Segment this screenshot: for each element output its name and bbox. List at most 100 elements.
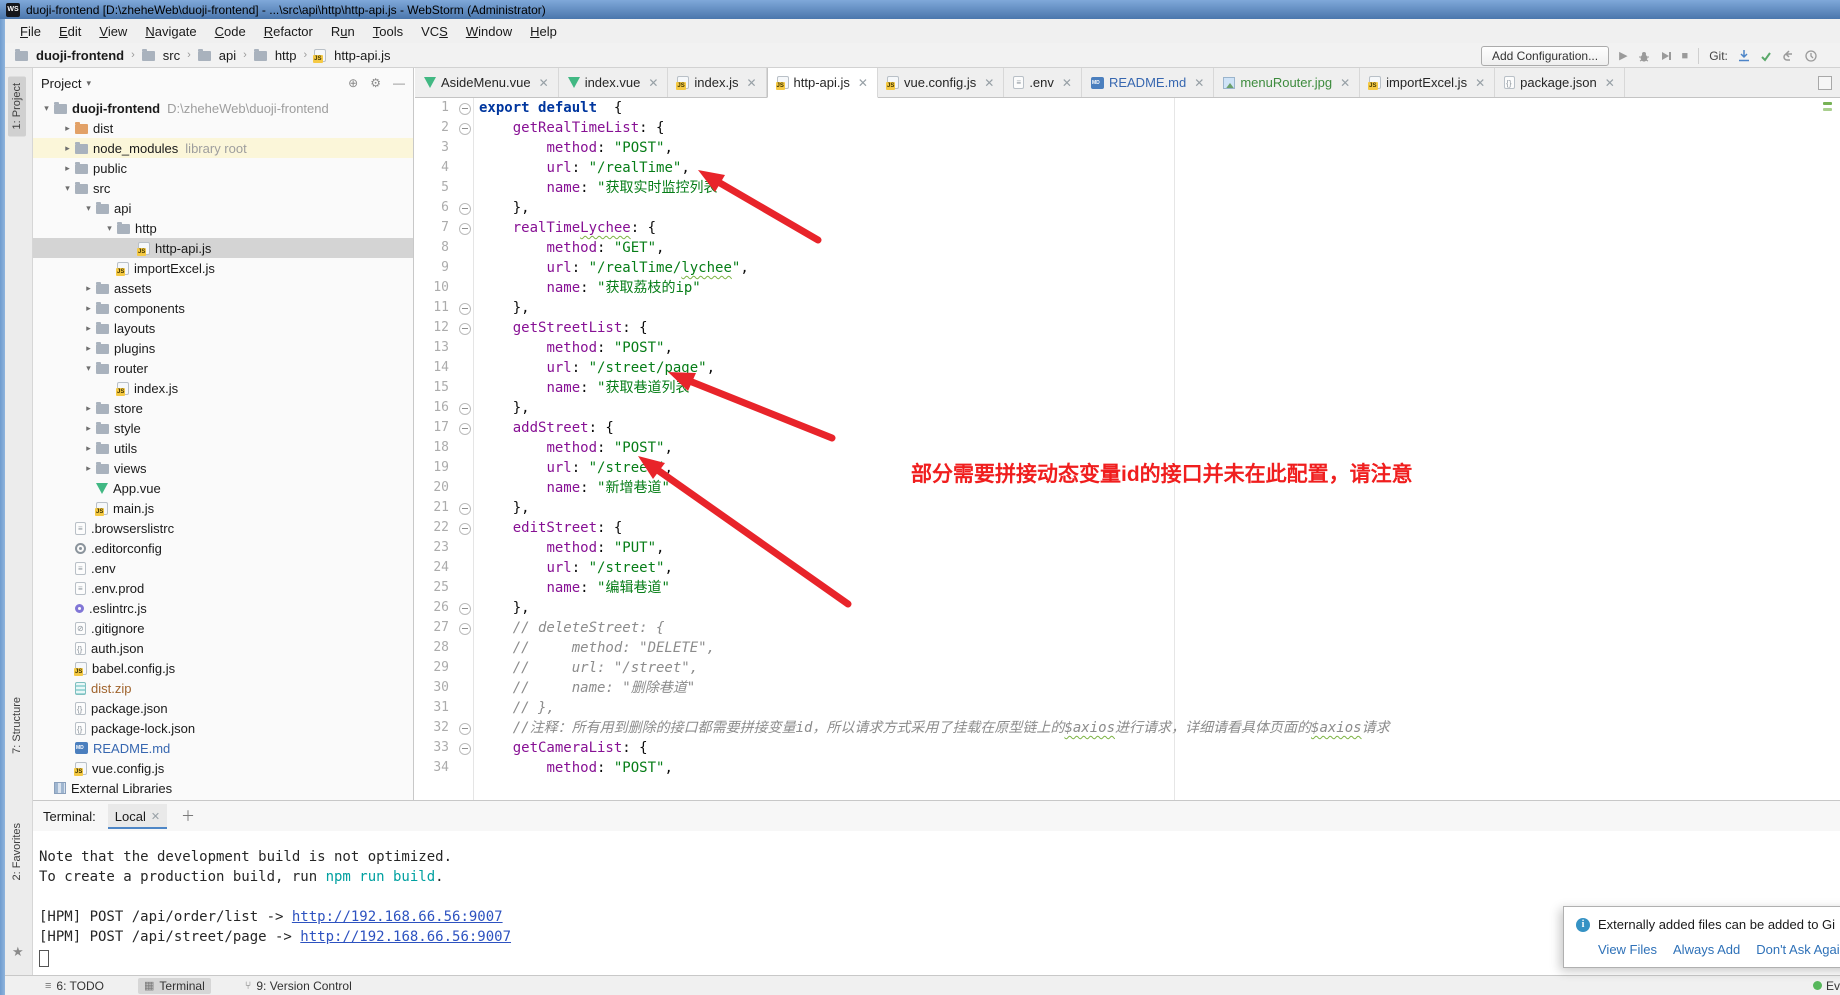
menu-item-edit[interactable]: Edit xyxy=(50,21,90,42)
tree-item-babel-config-js[interactable]: babel.config.js xyxy=(33,658,413,678)
tree-item-env-prod[interactable]: .env.prod xyxy=(33,578,413,598)
tree-item-router[interactable]: ▾router xyxy=(33,358,413,378)
tree-item-readme-md[interactable]: README.md xyxy=(33,738,413,758)
tree-item-api[interactable]: ▾api xyxy=(33,198,413,218)
close-icon[interactable]: ✕ xyxy=(151,810,160,823)
tree-item-public[interactable]: ▸public xyxy=(33,158,413,178)
tree-item-views[interactable]: ▸views xyxy=(33,458,413,478)
menu-item-file[interactable]: File xyxy=(11,21,50,42)
fold-collapse-icon[interactable] xyxy=(459,103,471,115)
fold-collapse-icon[interactable] xyxy=(459,323,471,335)
chevron-down-icon[interactable]: ▾ xyxy=(60,183,75,194)
tree-item-main-js[interactable]: main.js xyxy=(33,498,413,518)
chevron-down-icon[interactable]: ▾ xyxy=(39,103,54,114)
chevron-right-icon[interactable]: ▸ xyxy=(81,343,96,354)
tree-item-importexcel-js[interactable]: importExcel.js xyxy=(33,258,413,278)
menu-item-run[interactable]: Run xyxy=(322,21,364,42)
tree-item-duoji-frontend[interactable]: ▾duoji-frontendD:\zheheWeb\duoji-fronten… xyxy=(33,98,413,118)
tree-item-style[interactable]: ▸style xyxy=(33,418,413,438)
tool-window-tab-structure[interactable]: 7: Structure xyxy=(8,690,26,761)
project-panel-title[interactable]: Project xyxy=(41,76,81,91)
chevron-right-icon[interactable]: ▸ xyxy=(60,143,75,154)
tree-item-eslintrc-js[interactable]: .eslintrc.js xyxy=(33,598,413,618)
menu-item-tools[interactable]: Tools xyxy=(364,21,412,42)
coverage-icon[interactable] xyxy=(1660,50,1672,62)
tab-vue-config-js[interactable]: vue.config.js✕ xyxy=(878,68,1004,97)
chevron-right-icon[interactable]: ▸ xyxy=(60,163,75,174)
tree-item-external-libraries[interactable]: External Libraries xyxy=(33,778,413,798)
tab-bar-corner-icon[interactable] xyxy=(1818,76,1832,90)
notification-link-don-t-ask-agai[interactable]: Don't Ask Agai xyxy=(1756,942,1839,957)
status-item-9-version-control[interactable]: ⑂9: Version Control xyxy=(239,978,358,994)
notification-link-always-add[interactable]: Always Add xyxy=(1673,942,1740,957)
tool-window-tab-project[interactable]: 1: Project xyxy=(8,76,26,136)
chevron-right-icon[interactable]: ▸ xyxy=(81,403,96,414)
debug-icon[interactable] xyxy=(1638,50,1650,62)
tool-window-tab-favorites[interactable]: 2: Favorites xyxy=(8,816,26,887)
code-editor[interactable]: export default { getRealTimeList: { meth… xyxy=(415,98,1840,800)
close-icon[interactable]: ✕ xyxy=(539,76,549,90)
fold-collapse-icon[interactable] xyxy=(459,743,471,755)
git-rollback-icon[interactable] xyxy=(1782,50,1795,62)
tree-item-store[interactable]: ▸store xyxy=(33,398,413,418)
close-icon[interactable]: ✕ xyxy=(1475,76,1485,90)
close-icon[interactable]: ✕ xyxy=(858,76,868,90)
tree-item-src[interactable]: ▾src xyxy=(33,178,413,198)
tree-item-layouts[interactable]: ▸layouts xyxy=(33,318,413,338)
close-icon[interactable]: ✕ xyxy=(1340,76,1350,90)
menu-item-code[interactable]: Code xyxy=(206,21,255,42)
tab-asidemenu-vue[interactable]: AsideMenu.vue✕ xyxy=(415,68,559,97)
fold-collapse-icon[interactable] xyxy=(459,423,471,435)
tab-http-api-js[interactable]: http-api.js✕ xyxy=(767,68,878,98)
chevron-right-icon[interactable]: ▸ xyxy=(81,443,96,454)
tree-item-assets[interactable]: ▸assets xyxy=(33,278,413,298)
fold-end-icon[interactable] xyxy=(459,303,471,315)
tab-menurouter-jpg[interactable]: menuRouter.jpg✕ xyxy=(1214,68,1360,97)
fold-end-icon[interactable] xyxy=(459,403,471,415)
tree-item-utils[interactable]: ▸utils xyxy=(33,438,413,458)
tab-readme-md[interactable]: README.md✕ xyxy=(1082,68,1214,97)
tree-item-auth-json[interactable]: auth.json xyxy=(33,638,413,658)
breadcrumb-item-http-api-js[interactable]: http-api.js xyxy=(312,47,392,64)
close-icon[interactable]: ✕ xyxy=(746,76,756,90)
fold-collapse-icon[interactable] xyxy=(459,623,471,635)
fold-collapse-icon[interactable] xyxy=(459,123,471,135)
tab-index-js[interactable]: index.js✕ xyxy=(668,68,766,97)
breadcrumb-item-src[interactable]: src xyxy=(140,47,182,64)
breadcrumb-item-duoji-frontend[interactable]: duoji-frontend xyxy=(13,47,126,64)
fold-end-icon[interactable] xyxy=(459,203,471,215)
menu-item-vcs[interactable]: VCS xyxy=(412,21,457,42)
terminal-tab-local[interactable]: Local ✕ xyxy=(108,804,167,829)
menu-item-help[interactable]: Help xyxy=(521,21,566,42)
tree-item-http-api-js[interactable]: http-api.js xyxy=(33,238,413,258)
chevron-down-icon[interactable]: ▾ xyxy=(102,223,117,234)
tab-importexcel-js[interactable]: importExcel.js✕ xyxy=(1360,68,1495,97)
tree-item-browserslistrc[interactable]: .browserslistrc xyxy=(33,518,413,538)
new-terminal-session-icon[interactable]: ＋ xyxy=(181,806,195,826)
tree-item-vue-config-js[interactable]: vue.config.js xyxy=(33,758,413,778)
menu-item-view[interactable]: View xyxy=(90,21,136,42)
chevron-down-icon[interactable]: ▾ xyxy=(81,363,96,374)
run-icon[interactable]: ▶ xyxy=(1619,49,1627,62)
tree-item-package-lock-json[interactable]: package-lock.json xyxy=(33,718,413,738)
chevron-right-icon[interactable]: ▸ xyxy=(81,423,96,434)
status-item-6-todo[interactable]: ≡6: TODO xyxy=(39,978,110,994)
git-commit-icon[interactable] xyxy=(1760,50,1772,62)
close-icon[interactable]: ✕ xyxy=(984,76,994,90)
tree-item-node-modules[interactable]: ▸node_moduleslibrary root xyxy=(33,138,413,158)
history-clock-icon[interactable] xyxy=(1805,50,1817,62)
tab-env[interactable]: .env✕ xyxy=(1004,68,1082,97)
breadcrumb-item-api[interactable]: api xyxy=(196,47,238,64)
add-configuration-button[interactable]: Add Configuration... xyxy=(1481,46,1609,66)
tree-item-env[interactable]: .env xyxy=(33,558,413,578)
tree-item-app-vue[interactable]: App.vue xyxy=(33,478,413,498)
breadcrumb-item-http[interactable]: http xyxy=(252,47,299,64)
tree-item-components[interactable]: ▸components xyxy=(33,298,413,318)
tree-item-index-js[interactable]: index.js xyxy=(33,378,413,398)
tab-package-json[interactable]: package.json✕ xyxy=(1495,68,1625,97)
notification-link-view-files[interactable]: View Files xyxy=(1598,942,1657,957)
event-log-widget[interactable]: Ev xyxy=(1813,979,1840,993)
chevron-down-icon[interactable]: ▾ xyxy=(86,78,91,89)
gear-icon[interactable]: ⚙ xyxy=(370,76,381,90)
close-icon[interactable]: ✕ xyxy=(1062,76,1072,90)
